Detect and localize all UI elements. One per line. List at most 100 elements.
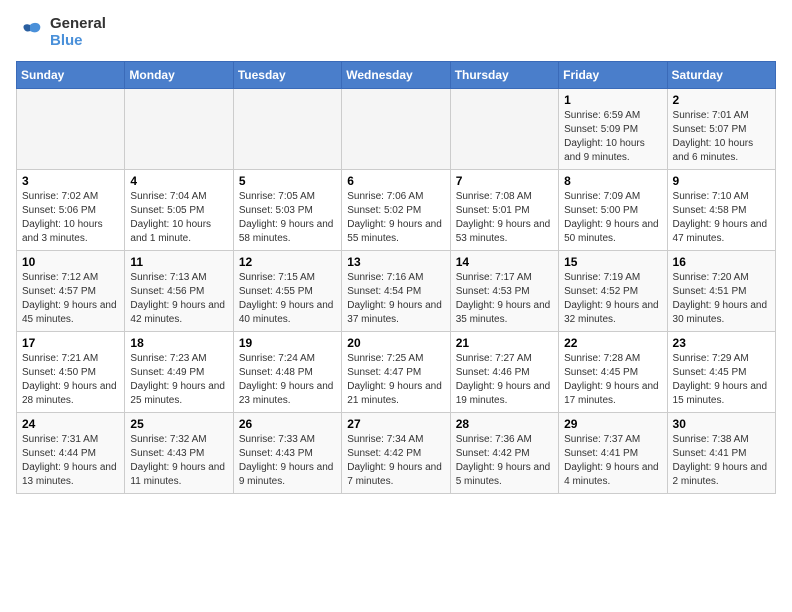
- calendar-cell: 25 Sunrise: 7:32 AM Sunset: 4:43 PM Dayli…: [125, 413, 233, 494]
- day-number: 21: [456, 336, 553, 350]
- day-info: Sunrise: 7:34 AM Sunset: 4:42 PM Dayligh…: [347, 433, 444, 489]
- page-header: General Blue: [16, 16, 776, 49]
- day-number: 17: [22, 336, 119, 350]
- day-number: 16: [673, 255, 770, 269]
- day-number: 13: [347, 255, 444, 269]
- calendar-cell: 5 Sunrise: 7:05 AM Sunset: 5:03 PM Daylig…: [233, 170, 341, 251]
- calendar-cell: 29 Sunrise: 7:37 AM Sunset: 4:41 PM Dayli…: [559, 413, 667, 494]
- calendar-cell: 15Sunrise: 7:19 AM Sunset: 4:52 PM Dayli…: [559, 251, 667, 332]
- calendar-cell: 27 Sunrise: 7:34 AM Sunset: 4:42 PM Dayli…: [342, 413, 450, 494]
- calendar-cell: 9 Sunrise: 7:10 AM Sunset: 4:58 PM Daylig…: [667, 170, 775, 251]
- day-number: 27: [347, 417, 444, 431]
- calendar-cell: 17 Sunrise: 7:21 AM Sunset: 4:50 PM Dayli…: [17, 332, 125, 413]
- day-info: Sunrise: 7:31 AM Sunset: 4:44 PM Dayligh…: [22, 433, 119, 489]
- calendar-cell: 14 Sunrise: 7:17 AM Sunset: 4:53 PM Dayli…: [450, 251, 558, 332]
- day-number: 18: [130, 336, 227, 350]
- day-info: Sunrise: 7:10 AM Sunset: 4:58 PM Dayligh…: [673, 190, 770, 246]
- calendar-cell: 21 Sunrise: 7:27 AM Sunset: 4:46 PM Dayli…: [450, 332, 558, 413]
- calendar-cell: 6 Sunrise: 7:06 AM Sunset: 5:02 PM Daylig…: [342, 170, 450, 251]
- day-info: Sunrise: 7:32 AM Sunset: 4:43 PM Dayligh…: [130, 433, 227, 489]
- day-number: 11: [130, 255, 227, 269]
- calendar-cell: 12 Sunrise: 7:15 AM Sunset: 4:55 PM Dayli…: [233, 251, 341, 332]
- calendar-cell: 4 Sunrise: 7:04 AM Sunset: 5:05 PM Daylig…: [125, 170, 233, 251]
- day-info: Sunrise: 7:21 AM Sunset: 4:50 PM Dayligh…: [22, 352, 119, 408]
- calendar-cell: 26Sunrise: 7:33 AM Sunset: 4:43 PM Dayli…: [233, 413, 341, 494]
- day-info: Sunrise: 7:27 AM Sunset: 4:46 PM Dayligh…: [456, 352, 553, 408]
- day-number: 8: [564, 174, 661, 188]
- day-info: Sunrise: 7:17 AM Sunset: 4:53 PM Dayligh…: [456, 271, 553, 327]
- day-info: Sunrise: 7:23 AM Sunset: 4:49 PM Dayligh…: [130, 352, 227, 408]
- day-number: 19: [239, 336, 336, 350]
- calendar-week-2: 3Sunrise: 7:02 AM Sunset: 5:06 PM Daylig…: [17, 170, 776, 251]
- day-info: Sunrise: 7:04 AM Sunset: 5:05 PM Dayligh…: [130, 190, 227, 246]
- day-number: 6: [347, 174, 444, 188]
- calendar-week-1: 1Sunrise: 6:59 AM Sunset: 5:09 PM Daylig…: [17, 89, 776, 170]
- calendar-week-4: 17 Sunrise: 7:21 AM Sunset: 4:50 PM Dayli…: [17, 332, 776, 413]
- day-number: 10: [22, 255, 119, 269]
- day-info: Sunrise: 7:38 AM Sunset: 4:41 PM Dayligh…: [673, 433, 770, 489]
- calendar-week-5: 24 Sunrise: 7:31 AM Sunset: 4:44 PM Dayli…: [17, 413, 776, 494]
- calendar-cell: 18 Sunrise: 7:23 AM Sunset: 4:49 PM Dayli…: [125, 332, 233, 413]
- day-info: Sunrise: 7:16 AM Sunset: 4:54 PM Dayligh…: [347, 271, 444, 327]
- calendar-cell: 23 Sunrise: 7:29 AM Sunset: 4:45 PM Dayli…: [667, 332, 775, 413]
- weekday-header-sunday: Sunday: [17, 62, 125, 89]
- day-info: Sunrise: 7:15 AM Sunset: 4:55 PM Dayligh…: [239, 271, 336, 327]
- day-number: 5: [239, 174, 336, 188]
- calendar-cell: 22 Sunrise: 7:28 AM Sunset: 4:45 PM Dayli…: [559, 332, 667, 413]
- day-number: 2: [673, 93, 770, 107]
- calendar-cell: [342, 89, 450, 170]
- calendar-cell: 28 Sunrise: 7:36 AM Sunset: 4:42 PM Dayli…: [450, 413, 558, 494]
- day-info: Sunrise: 7:05 AM Sunset: 5:03 PM Dayligh…: [239, 190, 336, 246]
- weekday-header-monday: Monday: [125, 62, 233, 89]
- day-number: 7: [456, 174, 553, 188]
- day-info: Sunrise: 7:12 AM Sunset: 4:57 PM Dayligh…: [22, 271, 119, 327]
- day-info: Sunrise: 7:13 AM Sunset: 4:56 PM Dayligh…: [130, 271, 227, 327]
- day-info: Sunrise: 7:36 AM Sunset: 4:42 PM Dayligh…: [456, 433, 553, 489]
- day-number: 28: [456, 417, 553, 431]
- day-number: 24: [22, 417, 119, 431]
- day-info: Sunrise: 7:01 AM Sunset: 5:07 PM Dayligh…: [673, 109, 770, 165]
- weekday-header-thursday: Thursday: [450, 62, 558, 89]
- calendar-cell: [450, 89, 558, 170]
- calendar-cell: 13 Sunrise: 7:16 AM Sunset: 4:54 PM Dayli…: [342, 251, 450, 332]
- day-number: 30: [673, 417, 770, 431]
- calendar-table: SundayMondayTuesdayWednesdayThursdayFrid…: [16, 61, 776, 494]
- day-number: 29: [564, 417, 661, 431]
- day-info: Sunrise: 7:28 AM Sunset: 4:45 PM Dayligh…: [564, 352, 661, 408]
- day-info: Sunrise: 7:20 AM Sunset: 4:51 PM Dayligh…: [673, 271, 770, 327]
- day-number: 1: [564, 93, 661, 107]
- calendar-week-3: 10 Sunrise: 7:12 AM Sunset: 4:57 PM Dayli…: [17, 251, 776, 332]
- calendar-cell: 11 Sunrise: 7:13 AM Sunset: 4:56 PM Dayli…: [125, 251, 233, 332]
- day-info: Sunrise: 7:09 AM Sunset: 5:00 PM Dayligh…: [564, 190, 661, 246]
- day-info: Sunrise: 7:02 AM Sunset: 5:06 PM Dayligh…: [22, 190, 119, 246]
- calendar-cell: 8 Sunrise: 7:09 AM Sunset: 5:00 PM Daylig…: [559, 170, 667, 251]
- day-info: Sunrise: 7:08 AM Sunset: 5:01 PM Dayligh…: [456, 190, 553, 246]
- logo-blue: Blue: [50, 33, 106, 50]
- day-info: Sunrise: 7:24 AM Sunset: 4:48 PM Dayligh…: [239, 352, 336, 408]
- day-number: 20: [347, 336, 444, 350]
- calendar-cell: 7 Sunrise: 7:08 AM Sunset: 5:01 PM Daylig…: [450, 170, 558, 251]
- day-number: 14: [456, 255, 553, 269]
- logo: General Blue: [16, 16, 106, 49]
- calendar-cell: 30 Sunrise: 7:38 AM Sunset: 4:41 PM Dayli…: [667, 413, 775, 494]
- day-info: Sunrise: 7:29 AM Sunset: 4:45 PM Dayligh…: [673, 352, 770, 408]
- calendar-cell: [17, 89, 125, 170]
- calendar-cell: 2 Sunrise: 7:01 AM Sunset: 5:07 PM Daylig…: [667, 89, 775, 170]
- weekday-header-wednesday: Wednesday: [342, 62, 450, 89]
- day-number: 25: [130, 417, 227, 431]
- logo-bird-icon: [16, 19, 44, 47]
- day-info: Sunrise: 7:33 AM Sunset: 4:43 PM Dayligh…: [239, 433, 336, 489]
- day-number: 23: [673, 336, 770, 350]
- calendar-cell: 16 Sunrise: 7:20 AM Sunset: 4:51 PM Dayli…: [667, 251, 775, 332]
- day-info: Sunrise: 7:06 AM Sunset: 5:02 PM Dayligh…: [347, 190, 444, 246]
- calendar-cell: [125, 89, 233, 170]
- day-number: 12: [239, 255, 336, 269]
- day-number: 9: [673, 174, 770, 188]
- calendar-cell: 19 Sunrise: 7:24 AM Sunset: 4:48 PM Dayli…: [233, 332, 341, 413]
- calendar-cell: 20Sunrise: 7:25 AM Sunset: 4:47 PM Dayli…: [342, 332, 450, 413]
- day-info: Sunrise: 7:37 AM Sunset: 4:41 PM Dayligh…: [564, 433, 661, 489]
- calendar-cell: 3Sunrise: 7:02 AM Sunset: 5:06 PM Daylig…: [17, 170, 125, 251]
- weekday-header-saturday: Saturday: [667, 62, 775, 89]
- day-number: 22: [564, 336, 661, 350]
- day-number: 4: [130, 174, 227, 188]
